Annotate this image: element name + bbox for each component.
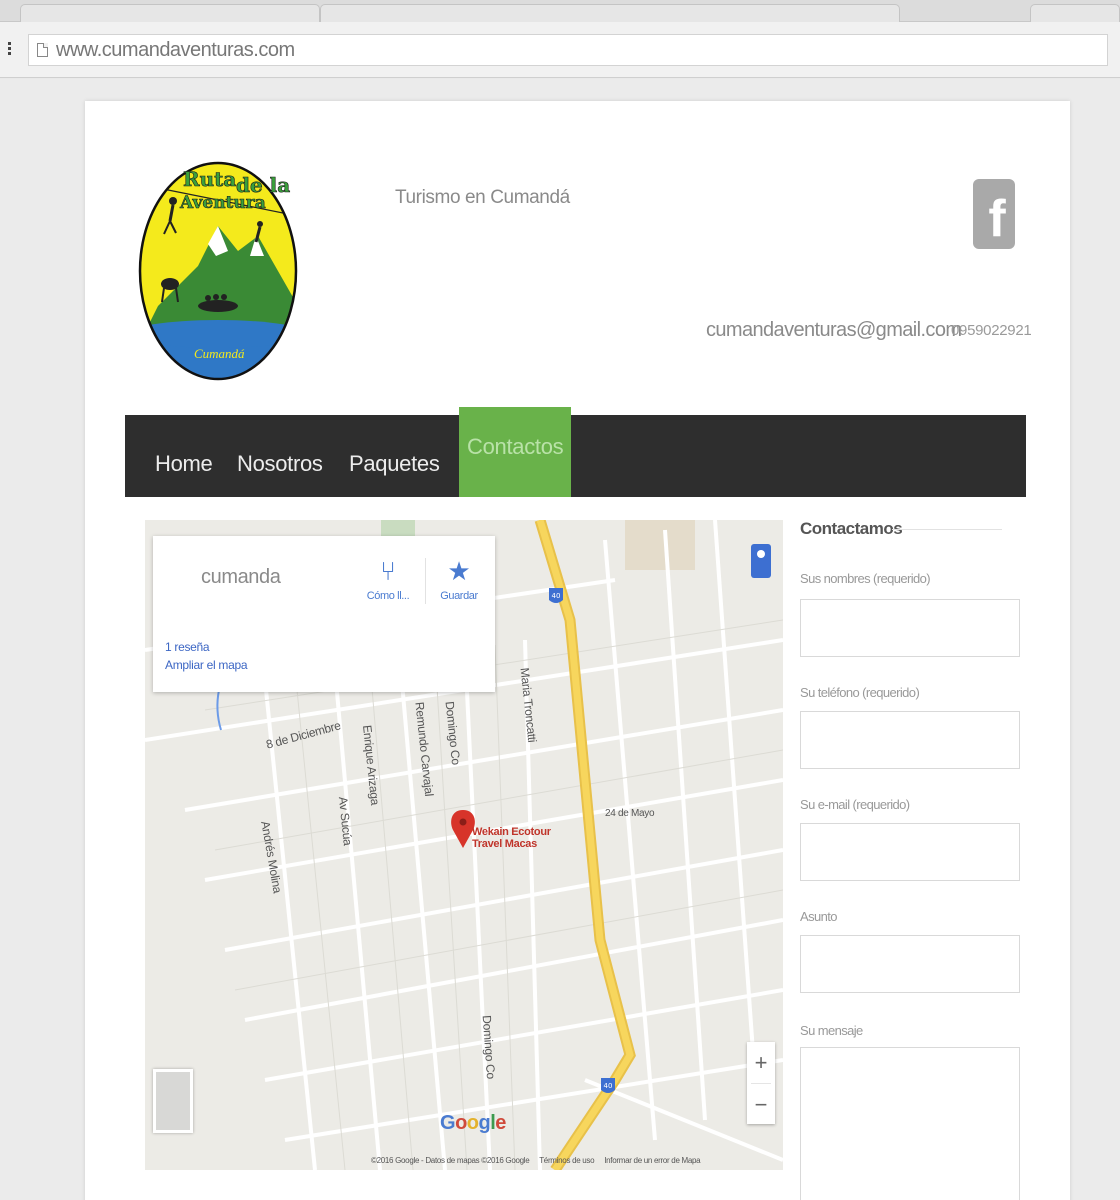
- divider: [425, 558, 426, 604]
- page-viewport: Ruta de la Aventura Cumandá Turismo en C…: [0, 79, 1120, 1200]
- terms-link[interactable]: Términos de uso: [539, 1156, 594, 1165]
- url-field[interactable]: www.cumandaventuras.com: [28, 34, 1108, 66]
- email-field[interactable]: [800, 823, 1020, 881]
- nav-item-nosotros[interactable]: Nosotros: [237, 415, 323, 497]
- browser-tab[interactable]: [20, 4, 320, 22]
- map-place-name: cumanda: [201, 566, 281, 588]
- nav-item-home[interactable]: Home: [155, 415, 213, 497]
- reviews-link[interactable]: 1 reseña: [165, 640, 210, 654]
- form-title: Contactamos: [800, 519, 903, 538]
- site-container: Ruta de la Aventura Cumandá Turismo en C…: [85, 101, 1070, 1200]
- browser-tab[interactable]: [320, 4, 900, 22]
- facebook-icon[interactable]: f: [973, 179, 1015, 249]
- save-label: Guardar: [440, 590, 478, 602]
- directions-button[interactable]: ⑂ Cómo ll...: [363, 556, 413, 602]
- map-attribution: ©2016 Google - Datos de mapas ©2016 Goog…: [371, 1156, 530, 1165]
- contact-email[interactable]: cumandaventuras@gmail.com: [706, 319, 962, 342]
- contact-form: Contactamos Sus nombres (requerido) Su t…: [800, 513, 1022, 1200]
- zoom-controls: + −: [747, 1042, 775, 1124]
- contact-phone: 0959022921: [951, 322, 1032, 339]
- name-field[interactable]: [800, 599, 1020, 657]
- logo-bottom-text: Cumandá: [194, 346, 245, 361]
- main-nav: Home Nosotros Paquetes Contactos: [125, 407, 1026, 497]
- phone-field[interactable]: [800, 711, 1020, 769]
- map-footer: ©2016 Google - Datos de mapas ©2016 Goog…: [371, 1156, 708, 1165]
- save-button[interactable]: ★ Guardar: [439, 556, 479, 602]
- svg-text:40: 40: [604, 1082, 613, 1090]
- svg-text:40: 40: [552, 592, 561, 600]
- satellite-toggle[interactable]: [153, 1069, 193, 1133]
- embedded-map[interactable]: 40 40 8 de Diciembre Enrique Arizaga Rem…: [145, 520, 783, 1170]
- message-textarea[interactable]: [800, 1047, 1020, 1200]
- google-logo: Google: [440, 1112, 506, 1134]
- directions-icon: ⑂: [380, 556, 396, 586]
- subject-label: Asunto: [800, 909, 837, 924]
- browser-tab-strip: [0, 0, 1120, 22]
- browser-tab[interactable]: [1030, 4, 1120, 22]
- email-label: Su e-mail (requerido): [800, 797, 910, 812]
- menu-dots-icon[interactable]: [8, 42, 12, 56]
- report-error-link[interactable]: Informar de un error de Mapa: [604, 1156, 700, 1165]
- browser-address-bar: www.cumandaventuras.com: [0, 22, 1120, 78]
- street-view-pegman-icon[interactable]: [751, 544, 771, 578]
- svg-text:Aventura: Aventura: [179, 193, 266, 213]
- map-info-box: cumanda ⑂ Cómo ll... ★ Guardar 1 reseña …: [153, 536, 495, 692]
- directions-label: Cómo ll...: [366, 590, 410, 602]
- enlarge-map-link[interactable]: Ampliar el mapa: [165, 658, 248, 672]
- message-label: Su mensaje: [800, 1023, 863, 1038]
- star-icon: ★: [447, 556, 471, 586]
- map-pin-label[interactable]: Wekain Ecotour Travel Macas: [472, 826, 556, 850]
- street-label: 24 de Mayo: [605, 808, 655, 819]
- phone-label: Su teléfono (requerido): [800, 685, 920, 700]
- zoom-out-button[interactable]: −: [747, 1084, 775, 1125]
- route-badge-bottom: 40: [601, 1078, 615, 1093]
- logo-top-text: Ruta: [183, 167, 236, 191]
- divider: [892, 529, 1002, 530]
- route-badge-top: 40: [549, 588, 563, 603]
- subject-field[interactable]: [800, 935, 1020, 993]
- nav-item-paquetes[interactable]: Paquetes: [349, 415, 440, 497]
- zoom-in-button[interactable]: +: [747, 1042, 775, 1083]
- nav-item-contactos[interactable]: Contactos: [459, 407, 572, 497]
- page-icon: [37, 43, 48, 57]
- site-logo[interactable]: Ruta de la Aventura Cumandá: [138, 156, 298, 381]
- site-tagline: Turismo en Cumandá: [395, 187, 570, 208]
- name-label: Sus nombres (requerido): [800, 571, 931, 586]
- url-text: www.cumandaventuras.com: [56, 38, 295, 61]
